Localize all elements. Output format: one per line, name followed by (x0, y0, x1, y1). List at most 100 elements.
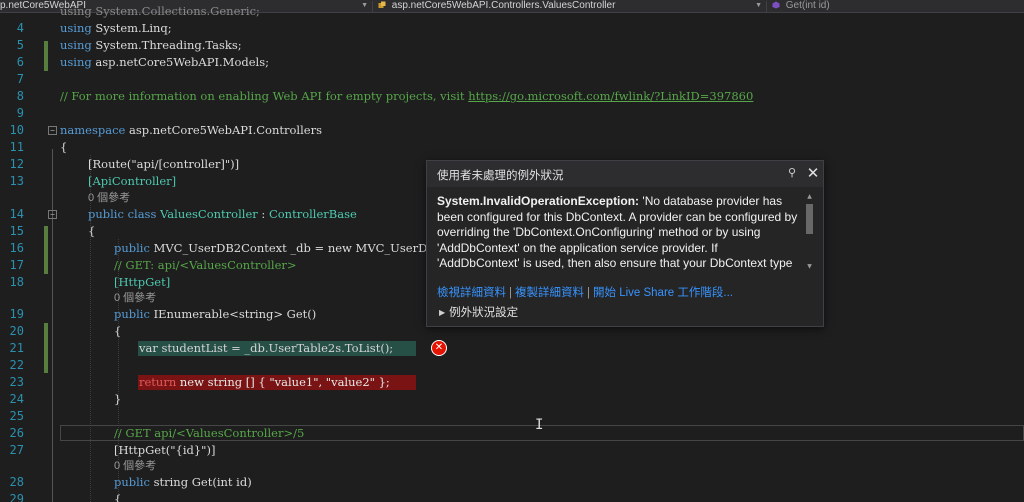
code-text: System.Linq; (91, 21, 172, 35)
link-separator: | (509, 287, 512, 299)
class-name: ValuesController (156, 207, 258, 221)
line-number: 29 (9, 492, 24, 502)
code-attribute: [ApiController] (88, 174, 177, 188)
line-number: 25 (9, 409, 24, 423)
line-number: 18 (9, 275, 24, 289)
code-text: System.Threading.Tasks; (91, 38, 242, 52)
code-line: 27 [HttpGet("{id}")] (0, 442, 1024, 459)
code-comment: // For more information on enabling Web … (60, 89, 469, 103)
code-line: 8 // For more information on enabling We… (0, 88, 1024, 105)
collapse-toggle[interactable]: − (48, 126, 57, 135)
code-line: 28 public string Get(int id) (0, 474, 1024, 491)
pin-icon[interactable]: ⚲ (788, 166, 798, 180)
text-cursor-icon: I (535, 417, 544, 433)
code-line: 4 using System.Linq; (0, 20, 1024, 37)
code-text: { (88, 224, 96, 238)
codelens-references[interactable]: 0 個參考 (114, 290, 156, 307)
code-text: MVC_UserDB2Context _db = new MVC_UserDB2… (149, 241, 459, 255)
code-keyword: public class (88, 207, 157, 221)
live-share-link[interactable]: 開始 Live Share 工作階段... (593, 287, 733, 299)
codelens-references[interactable]: 0 個參考 (114, 458, 156, 475)
code-attribute: [Route("api/[controller]")] (88, 157, 240, 171)
code-text: { (60, 140, 68, 154)
code-keyword: using (60, 38, 92, 52)
view-details-link[interactable]: 檢視詳細資料 (437, 287, 506, 299)
message-scrollbar[interactable]: ▲ ▼ (805, 194, 814, 270)
code-text: } (114, 392, 122, 406)
code-text: asp.netCore5WebAPI.Controllers (125, 123, 322, 137)
line-number: 23 (9, 375, 24, 389)
exception-type: System.InvalidOperationException: (437, 194, 640, 208)
line-number: 5 (16, 38, 24, 52)
code-attribute: [HttpGet("{id}")] (114, 443, 216, 457)
line-number: 28 (9, 475, 24, 489)
code-comment: // GET: api/<ValuesController> (114, 258, 297, 272)
line-number: 14 (9, 207, 24, 221)
line-number: 11 (9, 140, 24, 154)
code-text: : (257, 207, 269, 221)
exception-settings-toggle[interactable]: ▶ 例外狀況設定 (439, 304, 518, 320)
code-line: 29 { (0, 491, 1024, 502)
code-attribute: [HttpGet] (114, 275, 171, 289)
code-line: 25 (0, 408, 1024, 425)
exception-settings-label: 例外狀況設定 (449, 307, 519, 319)
code-keyword: public (114, 241, 150, 255)
code-keyword: namespace (60, 123, 126, 137)
code-keyword: using (60, 55, 92, 69)
line-number: 21 (9, 341, 24, 355)
code-line: 5 using System.Threading.Tasks; (0, 37, 1024, 54)
code-text: using System.Collections.Generic; (60, 4, 260, 18)
line-number: 12 (9, 157, 24, 171)
code-line: 24 } (0, 391, 1024, 408)
line-number: 10 (9, 123, 24, 137)
line-number: 6 (16, 55, 24, 69)
line-number: 20 (9, 324, 24, 338)
line-number: 27 (9, 443, 24, 457)
code-text: IEnumerable<string> Get() (149, 307, 317, 321)
code-text: asp.netCore5WebAPI.Models; (91, 55, 269, 69)
collapse-toggle[interactable]: − (48, 210, 57, 219)
code-text: { (114, 324, 122, 338)
popup-header: 使用者未處理的例外狀況 ⚲ ✕ (427, 161, 823, 187)
code-line: 6 using asp.netCore5WebAPI.Models; (0, 54, 1024, 71)
scrollbar-thumb[interactable] (806, 204, 813, 234)
base-class-name: ControllerBase (268, 207, 357, 221)
code-keyword: return (139, 375, 177, 389)
code-line: using System.Collections.Generic; (0, 3, 1024, 20)
code-line: 10 − namespace asp.netCore5WebAPI.Contro… (0, 122, 1024, 139)
line-number: 8 (16, 89, 24, 103)
code-comment: // GET api/<ValuesController>/5 (114, 426, 305, 440)
line-number: 24 (9, 392, 24, 406)
code-line: 9 (0, 105, 1024, 122)
comment-hyperlink[interactable]: https://go.microsoft.com/fwlink/?LinkID=… (468, 89, 753, 103)
scroll-down-arrow-icon[interactable]: ▼ (806, 264, 813, 270)
copy-details-link[interactable]: 複製詳細資料 (515, 287, 584, 299)
code-line: 26 // GET api/<ValuesController>/5 (0, 425, 1024, 442)
popup-title: 使用者未處理的例外狀況 (437, 170, 564, 182)
code-keyword: public (114, 307, 150, 321)
code-text: var studentList = _db.UserTable2s.ToList… (139, 341, 394, 355)
link-separator: | (587, 287, 590, 299)
exception-helper-popup[interactable]: 使用者未處理的例外狀況 ⚲ ✕ System.InvalidOperationE… (426, 160, 824, 327)
error-glyph-icon[interactable]: ✕ (431, 340, 447, 356)
line-number: 22 (9, 358, 24, 372)
code-line: 7 (0, 71, 1024, 88)
codelens-line: 0 個參考 (0, 458, 1024, 475)
code-text: new string [] { "value1", "value2" }; (176, 375, 390, 389)
code-text: { (114, 492, 122, 502)
line-number: 4 (16, 21, 24, 35)
line-number: 15 (9, 224, 24, 238)
line-number: 13 (9, 174, 24, 188)
codelens-references[interactable]: 0 個參考 (88, 190, 130, 207)
scroll-up-arrow-icon[interactable]: ▲ (806, 194, 813, 200)
code-keyword: public (114, 475, 150, 489)
line-number: 16 (9, 241, 24, 255)
line-number: 7 (16, 72, 24, 86)
code-text: string Get(int id) (149, 475, 252, 489)
close-icon[interactable]: ✕ (805, 164, 821, 182)
expand-triangle-icon: ▶ (439, 308, 446, 317)
line-number: 19 (9, 307, 24, 321)
code-line-error: 23 return new string [] { "value1", "val… (0, 374, 1024, 391)
code-line: 11 { (0, 139, 1024, 156)
line-number: 9 (16, 106, 24, 120)
